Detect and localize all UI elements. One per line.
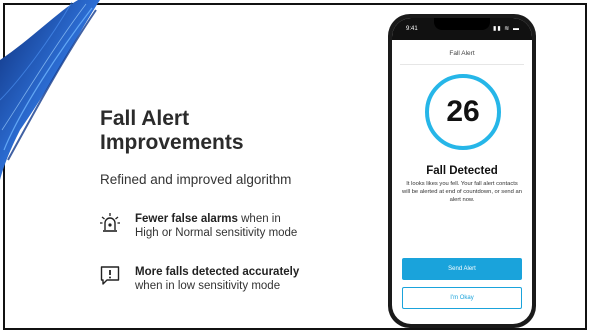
feature-text: More falls detected accurately when in l… xyxy=(135,265,299,293)
countdown-ring: 26 xyxy=(425,74,501,150)
send-alert-button[interactable]: Send Alert xyxy=(402,258,522,280)
signal-wifi-battery-icon: ▮▮ ≋ ▬ xyxy=(493,26,520,32)
feature-bold: Fewer false alarms xyxy=(135,213,238,225)
slide-title: Fall Alert Improvements xyxy=(100,107,244,154)
fall-detected-title: Fall Detected xyxy=(426,165,498,177)
phone-mockup: 9:41 ▮▮ ≋ ▬ Fall Alert 26 Fall Detected … xyxy=(388,14,536,328)
status-time: 9:41 xyxy=(406,26,418,32)
countdown-number: 26 xyxy=(446,95,480,128)
phone-screen: 9:41 ▮▮ ≋ ▬ Fall Alert 26 Fall Detected … xyxy=(392,18,532,324)
alert-message-icon xyxy=(100,266,120,285)
slide-subtitle: Refined and improved algorithm xyxy=(100,172,292,187)
fall-detected-message: It looks likes you fell. Your fall alert… xyxy=(402,181,522,203)
feature-line2: when in low sensitivity mode xyxy=(135,280,281,292)
feature-text: Fewer false alarms when in High or Norma… xyxy=(135,212,297,240)
app-title: Fall Alert xyxy=(449,50,475,57)
header-divider xyxy=(400,64,524,65)
abstract-swirl-graphic xyxy=(0,0,100,180)
im-okay-button[interactable]: I'm Okay xyxy=(402,287,522,309)
slide: Fall Alert Improvements Refined and impr… xyxy=(0,0,594,335)
feature-rest: when in xyxy=(237,213,281,225)
feature-line2: High or Normal sensitivity mode xyxy=(135,227,298,239)
phone-notch xyxy=(434,18,490,30)
feature-bold: More falls detected accurately xyxy=(135,266,300,278)
siren-icon xyxy=(100,213,120,232)
